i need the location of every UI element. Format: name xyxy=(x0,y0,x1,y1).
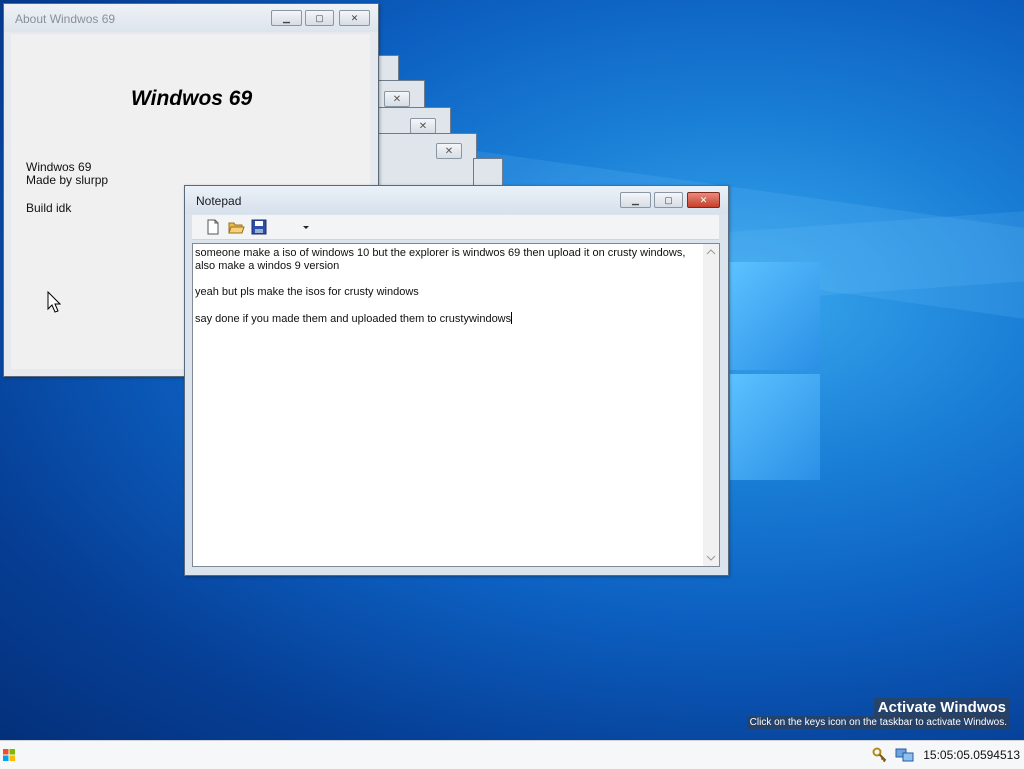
text-paragraph: yeah but pls make the isos for crusty wi… xyxy=(195,286,419,298)
new-file-icon[interactable] xyxy=(204,218,222,236)
save-icon[interactable] xyxy=(250,218,268,236)
notepad-window-title: Notepad xyxy=(196,194,242,208)
notepad-toolbar xyxy=(192,215,719,240)
close-icon: ✕ xyxy=(350,12,359,23)
network-icon[interactable] xyxy=(895,746,915,764)
close-icon[interactable]: ✕ xyxy=(410,118,436,134)
notepad-text-area[interactable]: someone make a iso of windows 10 but the… xyxy=(192,243,720,567)
close-icon: ✕ xyxy=(699,194,708,205)
maximize-icon: ▢ xyxy=(315,12,324,23)
scroll-up-arrow-icon[interactable] xyxy=(706,248,716,256)
maximize-icon: ▢ xyxy=(664,194,673,205)
close-icon[interactable]: ✕ xyxy=(384,91,410,107)
notepad-window[interactable]: Notepad ▁ ▢ ✕ someone make a iso of wind… xyxy=(184,185,729,576)
text-paragraph: say done if you made them and uploaded t… xyxy=(195,313,512,325)
windows-logo-pane xyxy=(730,374,820,480)
minimize-button[interactable]: ▁ xyxy=(271,10,302,26)
notepad-titlebar[interactable]: Notepad ▁ ▢ ✕ xyxy=(185,186,728,214)
taskbar-clock[interactable]: 15:05:05.0594513 xyxy=(923,748,1020,762)
taskbar: 15:05:05.0594513 xyxy=(0,740,1024,769)
open-folder-icon[interactable] xyxy=(227,218,245,236)
about-author: Made by slurpp xyxy=(26,173,109,187)
scroll-down-arrow-icon[interactable] xyxy=(706,554,716,562)
start-button[interactable] xyxy=(3,749,15,761)
close-button[interactable]: ✕ xyxy=(339,10,370,26)
activation-watermark-title: Activate Windwos xyxy=(873,698,1010,717)
close-icon[interactable]: ✕ xyxy=(436,143,462,159)
text-paragraph: someone make a iso of windows 10 but the… xyxy=(195,247,689,272)
maximize-button[interactable]: ▢ xyxy=(305,10,334,26)
about-product-name: Windwos 69 xyxy=(26,160,92,174)
system-tray: 15:05:05.0594513 xyxy=(871,741,1020,769)
minimize-icon: ▁ xyxy=(632,194,639,205)
text-caret xyxy=(511,312,513,324)
maximize-button[interactable]: ▢ xyxy=(654,192,683,208)
stacked-window[interactable]: ✕ xyxy=(377,133,477,187)
about-titlebar[interactable]: About Windwos 69 ▁ ▢ ✕ xyxy=(4,4,378,32)
about-window-title: About Windwos 69 xyxy=(15,12,116,26)
minimize-button[interactable]: ▁ xyxy=(620,192,651,208)
desktop: ✕ ✕ ✕ About Windwos 69 ▁ ▢ ✕ Windwos 69 … xyxy=(0,0,1024,740)
close-button[interactable]: ✕ xyxy=(687,192,720,208)
about-build: Build idk xyxy=(26,201,72,215)
keys-icon[interactable] xyxy=(871,746,889,764)
mouse-cursor-icon xyxy=(47,291,61,313)
about-heading: Windwos 69 xyxy=(131,87,253,110)
windows-logo-pane xyxy=(730,262,820,370)
activation-watermark-subtitle: Click on the keys icon on the taskbar to… xyxy=(746,716,1010,729)
vertical-scrollbar[interactable] xyxy=(703,244,719,566)
minimize-icon: ▁ xyxy=(283,12,290,23)
dropdown-arrow-icon[interactable] xyxy=(300,218,312,236)
